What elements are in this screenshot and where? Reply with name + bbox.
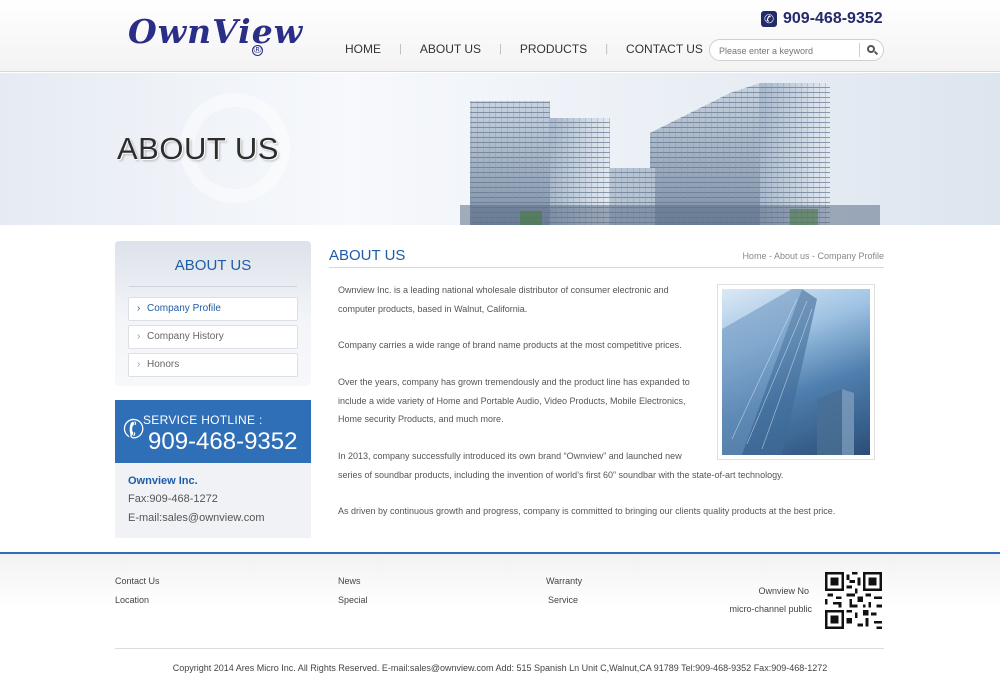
sidebar-item-company-profile[interactable]: › Company Profile <box>128 297 298 321</box>
footer-link-contact-us[interactable]: Contact Us <box>115 576 160 586</box>
footer-link-warranty[interactable]: Warranty <box>546 576 582 586</box>
footer-link-news[interactable]: News <box>338 576 361 586</box>
sidebar-divider <box>129 286 297 287</box>
company-name: Ownview Inc. <box>128 475 198 487</box>
registered-mark: ® <box>252 44 263 56</box>
service-hotline: ✆ SERVICE HOTLINE : 909-468-9352 <box>115 400 311 463</box>
site-header: OwnView ® ✆ 909-468-9352 HOME | ABOUT US… <box>0 0 1000 72</box>
search-divider <box>859 43 860 57</box>
footer-top-border <box>0 552 1000 554</box>
buildings-illustration <box>460 83 880 225</box>
search-input[interactable] <box>719 43 859 58</box>
qr-code <box>825 572 882 629</box>
sidebar-item-label: Company History <box>147 331 224 342</box>
page-banner: ABOUT US <box>0 73 1000 225</box>
phone-icon: ✆ <box>761 11 777 27</box>
banner-title: ABOUT US <box>117 131 279 166</box>
text-line: Home security Products, and much more. <box>338 414 504 424</box>
paragraph-range: Company carries a wide range of brand na… <box>338 336 682 355</box>
hotline-number: 909-468-9352 <box>148 428 298 455</box>
nav-contact-us[interactable]: CONTACT US <box>626 42 703 56</box>
sidebar-item-company-history[interactable]: › Company History <box>128 325 298 349</box>
text-line: series of soundbar products, including t… <box>338 469 784 480</box>
search-button[interactable] <box>863 42 881 58</box>
paragraph-commitment: As driven by continuous growth and progr… <box>338 502 835 521</box>
nav-separator: | <box>399 43 402 55</box>
text-line: computer products, based in Walnut, Cali… <box>338 303 528 314</box>
sidebar-nav: ABOUT US › Company Profile › Company His… <box>115 241 311 386</box>
text-line: Over the years, company has grown tremen… <box>338 377 690 387</box>
page-title: ABOUT US <box>329 247 406 264</box>
copyright: Copyright 2014 Ares Micro Inc. All Right… <box>172 663 828 673</box>
sidebar-title: ABOUT US <box>174 257 252 274</box>
chevron-right-icon: › <box>137 303 141 314</box>
photo-image <box>722 289 870 455</box>
footer-link-special[interactable]: Special <box>338 595 368 605</box>
paragraph-intro: Ownview Inc. is a leading national whole… <box>338 281 669 318</box>
footer-divider <box>115 648 884 649</box>
hotline-label: SERVICE HOTLINE : <box>143 413 263 427</box>
text-line: Ownview Inc. is a leading national whole… <box>338 285 669 295</box>
title-underline <box>329 267 884 268</box>
wechat-label-line2: micro-channel public <box>729 604 812 614</box>
header-phone: ✆ 909-468-9352 <box>761 10 883 28</box>
text-line: Company carries a wide range of brand na… <box>338 340 682 350</box>
nav-products[interactable]: PRODUCTS <box>520 42 587 56</box>
footer-link-service[interactable]: Service <box>548 595 578 605</box>
text-line: include a wide variety of Home and Porta… <box>338 395 686 406</box>
main-nav: HOME | ABOUT US | PRODUCTS | CONTACT US <box>345 42 703 56</box>
company-email: E-mail:sales@ownview.com <box>128 512 265 524</box>
nav-separator: | <box>498 43 502 55</box>
chevron-right-icon: › <box>137 331 141 342</box>
breadcrumb[interactable]: Home - About us - Company Profile <box>700 251 884 261</box>
building-photo <box>717 284 875 460</box>
header-phone-number: 909-468-9352 <box>783 10 883 27</box>
sidebar-item-honors[interactable]: › Honors <box>128 353 298 377</box>
paragraph-growth: Over the years, company has grown tremen… <box>338 373 690 429</box>
text-line: As driven by continuous growth and progr… <box>338 506 836 516</box>
chevron-right-icon: › <box>137 359 141 370</box>
contact-info: Ownview Inc. Fax:909-468-1272 E-mail:sal… <box>115 463 311 538</box>
wechat-label-line1: Ownview No <box>758 586 809 596</box>
sidebar-item-label: Company Profile <box>147 303 221 314</box>
nav-about-us[interactable]: ABOUT US <box>420 42 481 56</box>
search-box <box>709 39 884 61</box>
sidebar-item-label: Honors <box>147 359 180 370</box>
logo[interactable]: OwnView <box>128 12 303 51</box>
nav-separator: | <box>605 43 609 55</box>
company-fax: Fax:909-468-1272 <box>128 493 218 505</box>
nav-home[interactable]: HOME <box>345 42 381 56</box>
footer-link-location[interactable]: Location <box>115 595 149 605</box>
skyscraper-illustration <box>722 289 854 455</box>
